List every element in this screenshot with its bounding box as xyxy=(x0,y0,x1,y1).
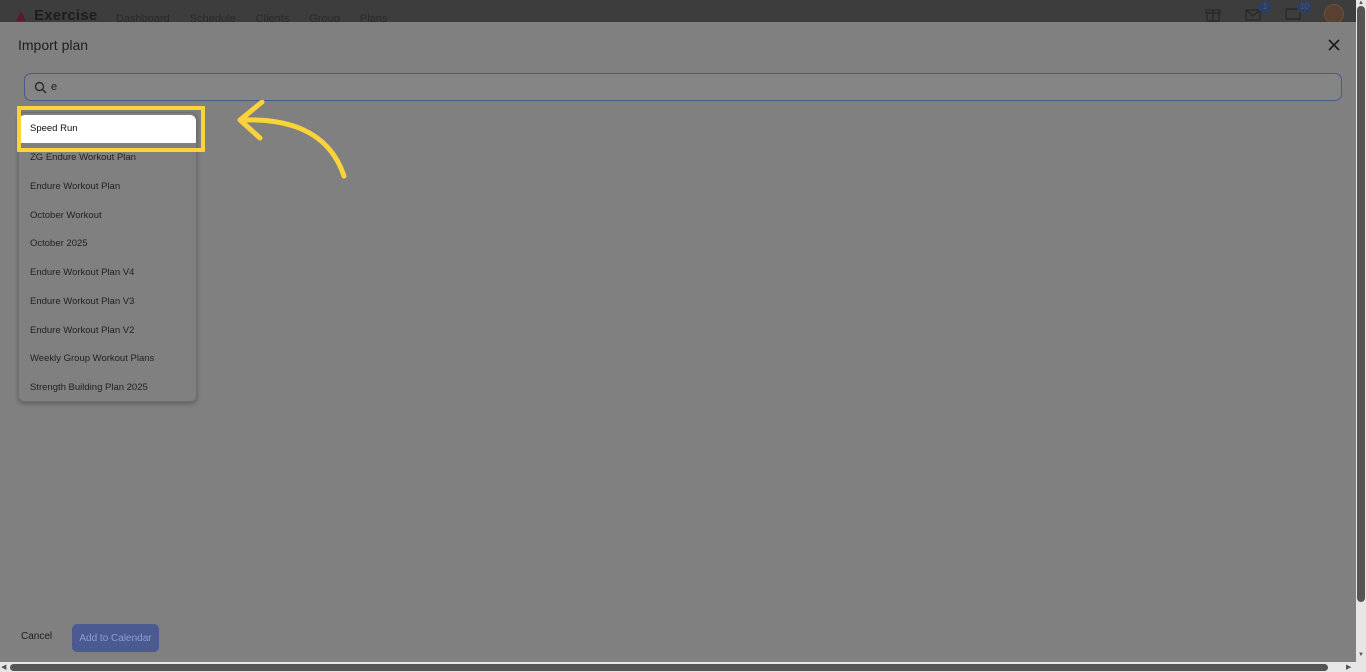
arrow-annotation-icon xyxy=(237,100,347,179)
add-to-calendar-button[interactable]: Add to Calendar xyxy=(72,624,159,652)
scroll-left-icon[interactable]: ◀ xyxy=(1,663,6,671)
result-item[interactable]: Endure Workout Plan V4 xyxy=(19,259,196,287)
horizontal-scroll-thumb[interactable] xyxy=(10,664,1328,671)
result-item[interactable]: ZG Endure Workout Plan xyxy=(19,144,196,172)
top-navigation: Exercise Dashboard Schedule Clients Grou… xyxy=(0,0,1366,25)
search-box xyxy=(24,73,1342,101)
result-item[interactable]: Endure Workout Plan V2 xyxy=(19,317,196,345)
result-item[interactable]: Weekly Group Workout Plans xyxy=(19,345,196,373)
result-item[interactable]: Endure Workout Plan V3 xyxy=(19,288,196,316)
search-input[interactable] xyxy=(51,78,1331,96)
vertical-scroll-thumb[interactable] xyxy=(1357,6,1365,602)
result-item-speed-run[interactable]: Speed Run xyxy=(19,115,196,143)
import-plan-modal: Import plan Speed Run ZG Endure Workout … xyxy=(0,22,1356,662)
scroll-down-icon[interactable]: ▼ xyxy=(1358,652,1364,658)
result-item[interactable]: Endure Workout Plan xyxy=(19,173,196,201)
messages-button[interactable]: 10 xyxy=(1284,1,1312,23)
nav-icons: 1 10 xyxy=(1204,1,1344,24)
scroll-right-icon[interactable]: ▶ xyxy=(1346,663,1351,671)
mail-button[interactable]: 1 xyxy=(1244,1,1272,23)
horizontal-scrollbar[interactable]: ◀ ▶ xyxy=(0,662,1366,672)
search-icon xyxy=(34,81,47,94)
gift-icon[interactable] xyxy=(1204,5,1222,23)
messages-badge: 10 xyxy=(1297,1,1312,13)
plan-results-dropdown: Speed Run ZG Endure Workout Plan Endure … xyxy=(18,112,197,402)
result-item[interactable]: October 2025 xyxy=(19,230,196,258)
result-item[interactable]: Strength Building Plan 2025 xyxy=(19,374,196,402)
vertical-scrollbar[interactable]: ▲ ▼ xyxy=(1356,0,1366,662)
brand-logo-icon xyxy=(16,11,26,21)
modal-title: Import plan xyxy=(18,37,89,53)
avatar[interactable] xyxy=(1324,4,1344,24)
close-icon[interactable] xyxy=(1326,37,1342,53)
cancel-button[interactable]: Cancel xyxy=(21,631,52,642)
mail-badge: 1 xyxy=(1258,1,1272,13)
result-item[interactable]: October Workout xyxy=(19,202,196,230)
